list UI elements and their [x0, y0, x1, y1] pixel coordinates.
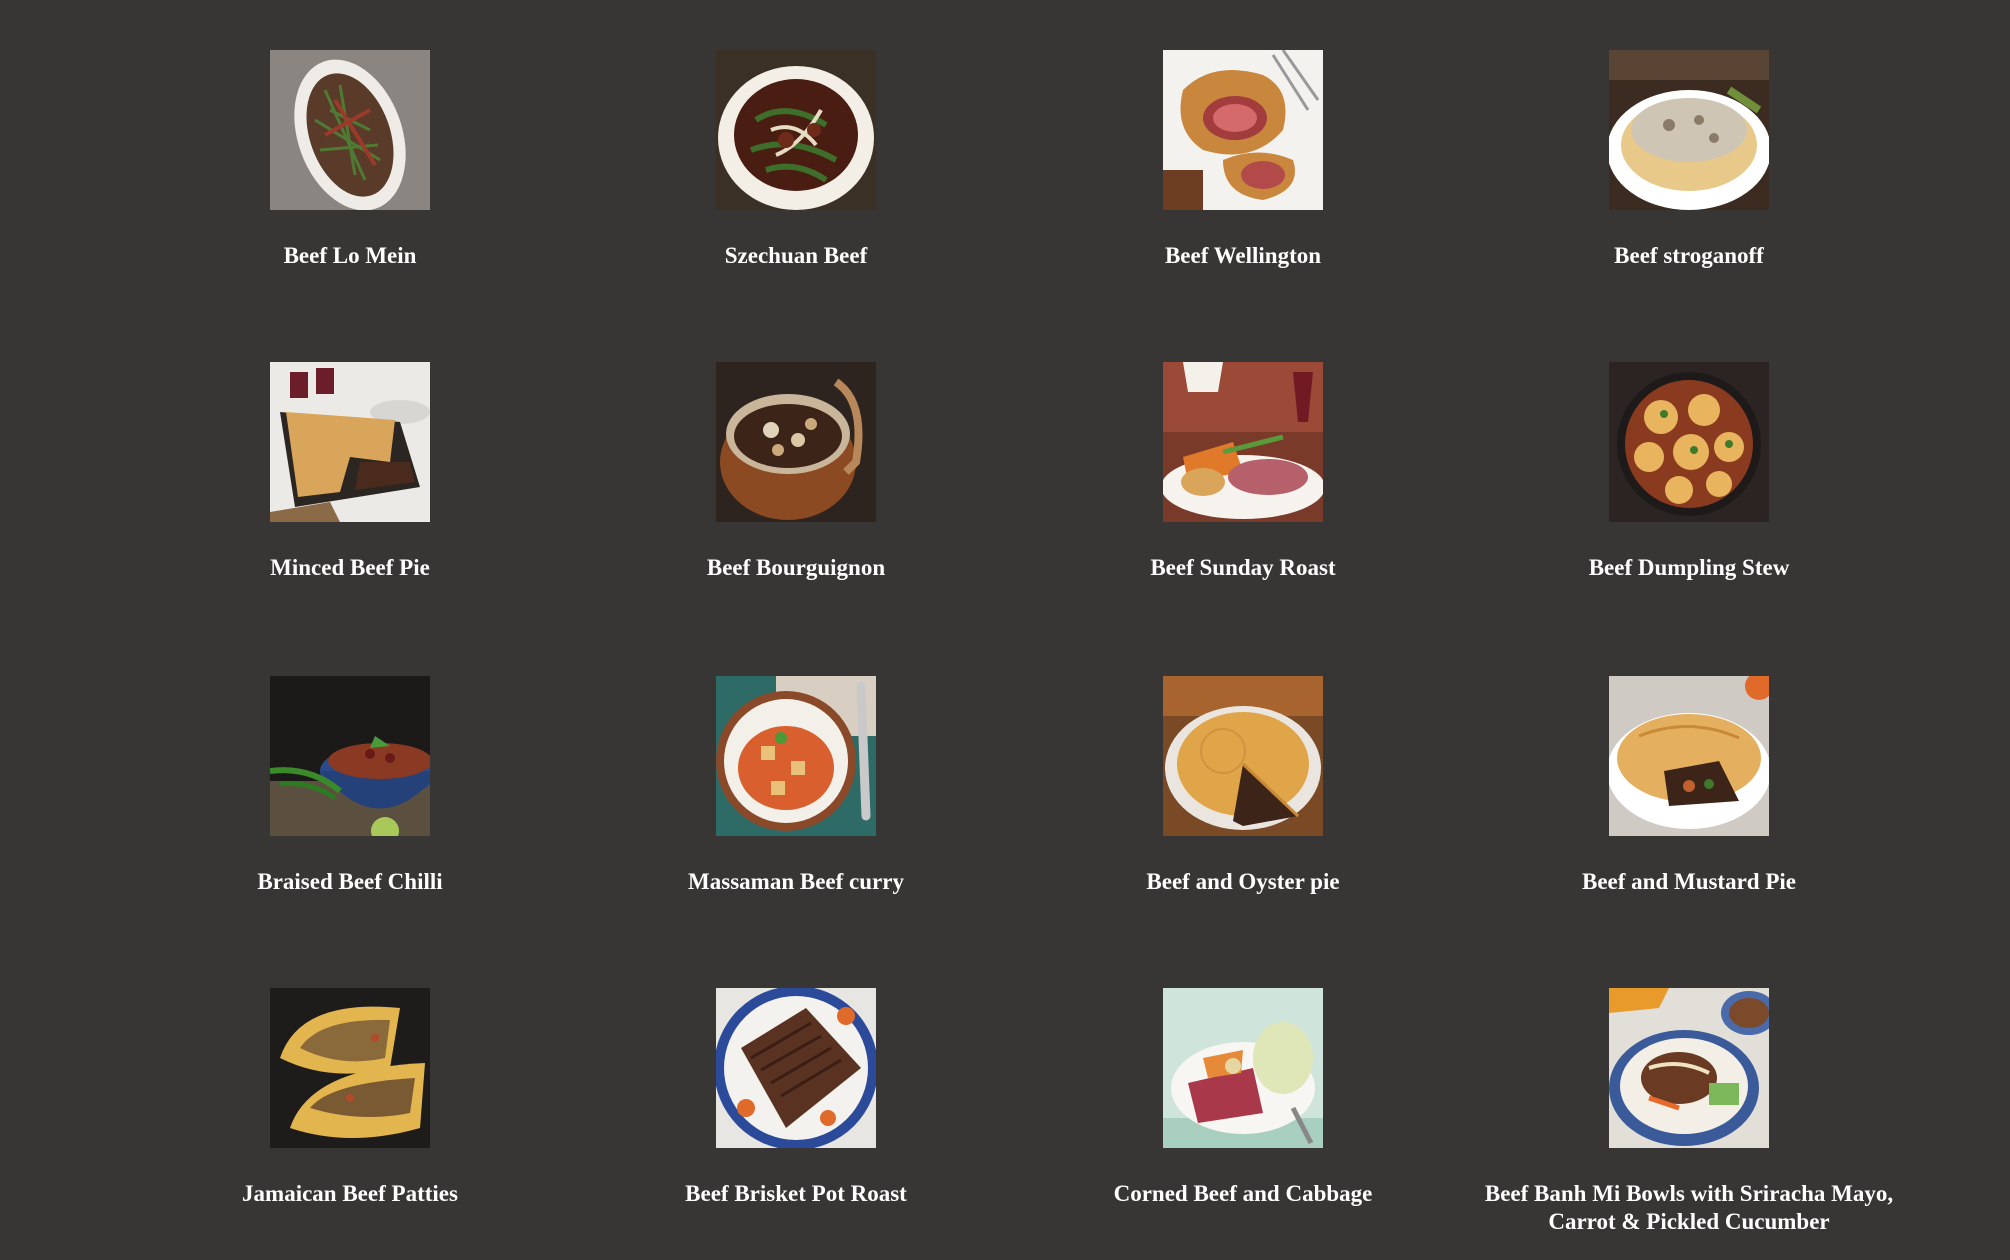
meal-card[interactable]: Massaman Beef curry: [573, 676, 1019, 896]
meal-card[interactable]: Beef and Oyster pie: [1020, 676, 1466, 896]
meal-card[interactable]: Minced Beef Pie: [127, 362, 573, 582]
meal-title[interactable]: Szechuan Beef: [573, 242, 1019, 270]
beef-banh-mi-bowls-image[interactable]: [1609, 988, 1769, 1148]
meal-title[interactable]: Beef Banh Mi Bowls with Sriracha Mayo, C…: [1466, 1180, 1912, 1236]
braised-beef-chilli-image[interactable]: [270, 676, 430, 836]
meal-card[interactable]: Beef Sunday Roast: [1020, 362, 1466, 582]
beef-wellington-image[interactable]: [1163, 50, 1323, 210]
minced-beef-pie-image[interactable]: [270, 362, 430, 522]
beef-stroganoff-image[interactable]: [1609, 50, 1769, 210]
meal-card[interactable]: Beef Lo Mein: [127, 50, 573, 270]
meal-title[interactable]: Beef and Mustard Pie: [1466, 868, 1912, 896]
beef-dumpling-stew-image[interactable]: [1609, 362, 1769, 522]
beef-brisket-pot-roast-image[interactable]: [716, 988, 876, 1148]
meal-title[interactable]: Beef Wellington: [1020, 242, 1466, 270]
jamaican-beef-patties-image[interactable]: [270, 988, 430, 1148]
meal-title[interactable]: Massaman Beef curry: [573, 868, 1019, 896]
beef-and-mustard-pie-image[interactable]: [1609, 676, 1769, 836]
meal-title[interactable]: Beef Bourguignon: [573, 554, 1019, 582]
meal-title[interactable]: Beef stroganoff: [1466, 242, 1912, 270]
meal-title[interactable]: Jamaican Beef Patties: [127, 1180, 573, 1208]
meal-title[interactable]: Braised Beef Chilli: [127, 868, 573, 896]
meal-card[interactable]: Beef Bourguignon: [573, 362, 1019, 582]
meal-title[interactable]: Beef Lo Mein: [127, 242, 573, 270]
szechuan-beef-image[interactable]: [716, 50, 876, 210]
corned-beef-and-cabbage-image[interactable]: [1163, 988, 1323, 1148]
meal-card[interactable]: Beef Brisket Pot Roast: [573, 988, 1019, 1208]
meal-card[interactable]: Szechuan Beef: [573, 50, 1019, 270]
meal-card[interactable]: Beef stroganoff: [1466, 50, 1912, 270]
meal-grid: Beef Lo Mein Szechuan Beef Beef Wellingt…: [0, 0, 2010, 1260]
meal-title[interactable]: Corned Beef and Cabbage: [1020, 1180, 1466, 1208]
meal-card[interactable]: Beef and Mustard Pie: [1466, 676, 1912, 896]
meal-title[interactable]: Beef Dumpling Stew: [1466, 554, 1912, 582]
meal-card[interactable]: Beef Wellington: [1020, 50, 1466, 270]
meal-title[interactable]: Beef and Oyster pie: [1020, 868, 1466, 896]
meal-card[interactable]: Beef Banh Mi Bowls with Sriracha Mayo, C…: [1466, 988, 1912, 1236]
beef-sunday-roast-image[interactable]: [1163, 362, 1323, 522]
beef-and-oyster-pie-image[interactable]: [1163, 676, 1323, 836]
meal-card[interactable]: Corned Beef and Cabbage: [1020, 988, 1466, 1208]
beef-bourguignon-image[interactable]: [716, 362, 876, 522]
beef-lo-mein-image[interactable]: [270, 50, 430, 210]
massaman-beef-curry-image[interactable]: [716, 676, 876, 836]
meal-title[interactable]: Beef Brisket Pot Roast: [573, 1180, 1019, 1208]
meal-title[interactable]: Beef Sunday Roast: [1020, 554, 1466, 582]
meal-card[interactable]: Beef Dumpling Stew: [1466, 362, 1912, 582]
meal-card[interactable]: Braised Beef Chilli: [127, 676, 573, 896]
meal-card[interactable]: Jamaican Beef Patties: [127, 988, 573, 1208]
meal-title[interactable]: Minced Beef Pie: [127, 554, 573, 582]
